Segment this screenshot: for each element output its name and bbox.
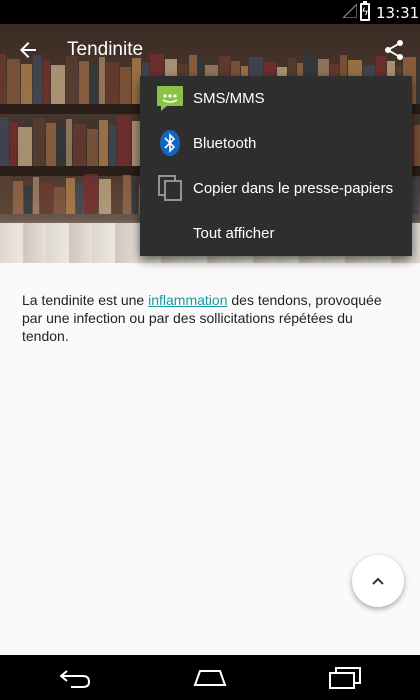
book-spine bbox=[90, 66, 98, 104]
share-menu-label: Bluetooth bbox=[193, 135, 257, 152]
share-menu: SMS/MMS Bluetooth Copier dans le presse-… bbox=[140, 76, 412, 256]
article-text-start: La tendinite est une bbox=[22, 292, 149, 308]
book-spine bbox=[112, 184, 122, 214]
share-menu-item-bluetooth[interactable]: Bluetooth bbox=[140, 121, 412, 166]
share-menu-label: Tout afficher bbox=[193, 225, 275, 242]
share-menu-item-sms[interactable]: SMS/MMS bbox=[140, 76, 412, 121]
book-spine bbox=[66, 178, 75, 214]
book-spine bbox=[0, 117, 9, 166]
recents-icon[interactable] bbox=[327, 663, 363, 691]
share-menu-label: SMS/MMS bbox=[193, 90, 265, 107]
article-text: La tendinite est une inflammation des te… bbox=[22, 291, 402, 345]
book-spine bbox=[99, 179, 111, 214]
share-menu-item-copy[interactable]: Copier dans le presse-papiers bbox=[140, 166, 412, 211]
share-menu-item-show-all[interactable]: Tout afficher bbox=[140, 211, 412, 256]
share-menu-label: Copier dans le presse-papiers bbox=[193, 180, 394, 197]
book-spine bbox=[57, 128, 65, 166]
book-spine bbox=[84, 174, 98, 214]
signal-icon bbox=[343, 4, 357, 18]
copy-icon bbox=[158, 175, 182, 201]
book-spine bbox=[51, 65, 65, 104]
book-spine bbox=[109, 125, 116, 166]
book-spine bbox=[99, 57, 105, 104]
scroll-top-button[interactable] bbox=[352, 555, 404, 607]
book-spine bbox=[46, 123, 56, 166]
book-spine bbox=[76, 183, 83, 214]
book-spine bbox=[18, 127, 32, 166]
status-bar: ϟ 13:31 bbox=[0, 0, 420, 24]
book-spine bbox=[0, 176, 12, 214]
book-spine bbox=[10, 122, 17, 166]
navigation-bar bbox=[0, 655, 420, 700]
back-arrow-icon[interactable] bbox=[16, 38, 40, 62]
sms-icon bbox=[157, 86, 183, 111]
inflammation-link[interactable]: inflammation bbox=[148, 292, 227, 308]
book-spine bbox=[43, 60, 50, 104]
share-icon[interactable] bbox=[382, 38, 406, 62]
book-spine bbox=[120, 67, 131, 104]
book-spine bbox=[7, 59, 20, 104]
bluetooth-icon bbox=[160, 130, 180, 156]
book-spine bbox=[54, 187, 65, 214]
book-spine bbox=[66, 56, 78, 104]
status-clock: 13:31 bbox=[376, 4, 420, 22]
book-spine bbox=[13, 181, 23, 214]
book-spine bbox=[79, 61, 89, 104]
book-spine bbox=[73, 124, 86, 166]
back-icon[interactable] bbox=[57, 663, 93, 691]
book-spine bbox=[21, 64, 32, 104]
home-icon[interactable] bbox=[192, 663, 228, 691]
book-spine bbox=[24, 186, 32, 214]
page-title: Tendinite bbox=[67, 39, 144, 60]
book-spine bbox=[117, 116, 131, 166]
book-spine bbox=[0, 54, 6, 104]
battery-icon: ϟ bbox=[360, 1, 370, 21]
book-spine bbox=[99, 120, 108, 166]
book-spine bbox=[33, 118, 45, 166]
book-spine bbox=[33, 177, 39, 214]
book-spine bbox=[40, 182, 53, 214]
chevron-up-icon bbox=[372, 577, 384, 585]
book-spine bbox=[414, 125, 420, 166]
book-spine bbox=[33, 55, 42, 104]
book-spine bbox=[132, 180, 138, 214]
book-spine bbox=[106, 62, 119, 104]
book-spine bbox=[123, 175, 131, 214]
book-spine bbox=[66, 119, 72, 166]
book-spine bbox=[87, 129, 98, 166]
